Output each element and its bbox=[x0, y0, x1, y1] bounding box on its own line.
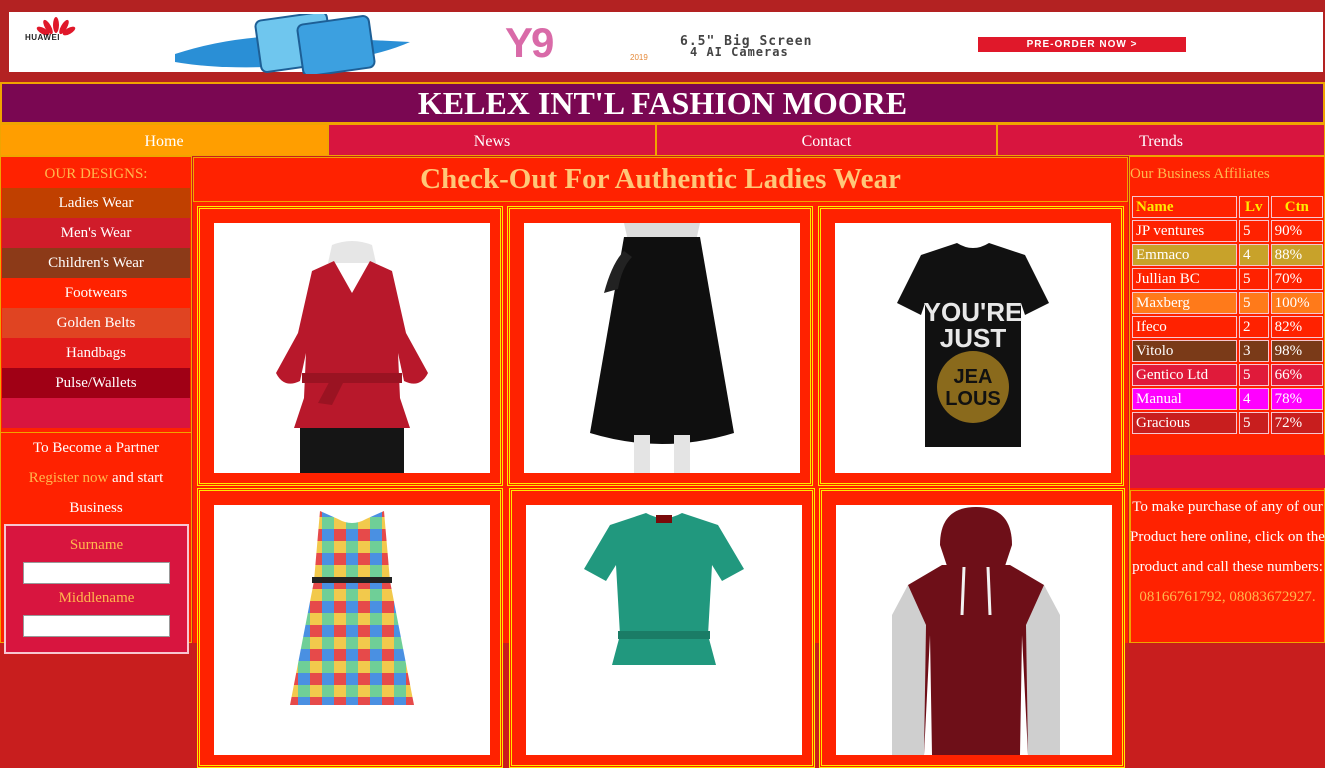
nav-news[interactable]: News bbox=[328, 124, 656, 156]
product-card[interactable] bbox=[197, 488, 503, 768]
affiliate-row: Emmaco 4 88% bbox=[1132, 244, 1323, 266]
preorder-button[interactable]: PRE-ORDER NOW > bbox=[978, 37, 1186, 52]
banner-year: 2019 bbox=[630, 53, 648, 62]
svg-text:JUST: JUST bbox=[940, 323, 1007, 353]
product-image-frame[interactable] bbox=[836, 505, 1112, 755]
affiliate-lv: 5 bbox=[1238, 412, 1269, 434]
affiliate-ctn: 100% bbox=[1270, 292, 1323, 314]
affiliates-spacer bbox=[1130, 455, 1325, 488]
partner-intro: To Become a Partner bbox=[33, 440, 159, 456]
product-image-frame[interactable]: YOU'RE JUST JEA LOUS bbox=[835, 223, 1111, 473]
product-card[interactable] bbox=[507, 206, 813, 486]
maroon-hoodie-image[interactable] bbox=[836, 505, 1112, 755]
affiliate-ctn: 78% bbox=[1270, 388, 1323, 410]
product-card[interactable] bbox=[819, 488, 1125, 768]
nav-contact[interactable]: Contact bbox=[656, 124, 997, 156]
affiliate-ctn: 90% bbox=[1270, 220, 1323, 242]
purchase-info: To make purchase of any of our Product h… bbox=[1130, 492, 1325, 612]
affiliate-row: Gracious 5 72% bbox=[1132, 412, 1323, 434]
affiliate-row: Vitolo 3 98% bbox=[1132, 340, 1323, 362]
affiliates-header-row: Name Lv Ctn bbox=[1132, 196, 1323, 218]
affiliate-row: Gentico Ltd 5 66% bbox=[1132, 364, 1323, 386]
design-childrens-wear[interactable]: Children's Wear bbox=[2, 248, 190, 278]
red-wrap-blouse-image[interactable] bbox=[214, 223, 490, 473]
affiliate-lv: 5 bbox=[1238, 292, 1269, 314]
phone-image bbox=[175, 14, 410, 74]
affiliate-lv: 3 bbox=[1238, 340, 1269, 362]
affiliate-row: Maxberg 5 100% bbox=[1132, 292, 1323, 314]
banner-subline: 4 AI Cameras bbox=[690, 45, 789, 59]
banner-model: Y9 bbox=[505, 19, 554, 66]
affiliate-name: Manual bbox=[1132, 388, 1237, 410]
affiliate-lv: 5 bbox=[1238, 268, 1269, 290]
affiliate-row: Ifeco 2 82% bbox=[1132, 316, 1323, 338]
product-card[interactable] bbox=[197, 206, 503, 486]
col-header-ctn: Ctn bbox=[1270, 196, 1323, 218]
product-image-frame[interactable] bbox=[524, 223, 800, 473]
main-title: Check-Out For Authentic Ladies Wear bbox=[420, 163, 901, 195]
affiliate-lv: 5 bbox=[1238, 364, 1269, 386]
product-card[interactable] bbox=[509, 488, 815, 768]
affiliate-name: Ifeco bbox=[1132, 316, 1237, 338]
design-pulse-wallets[interactable]: Pulse/Wallets bbox=[2, 368, 190, 398]
affiliate-ctn: 98% bbox=[1270, 340, 1323, 362]
designs-spacer bbox=[2, 398, 190, 428]
register-now-link[interactable]: Register now bbox=[29, 470, 109, 486]
affiliate-row: Jullian BC 5 70% bbox=[1132, 268, 1323, 290]
product-image-frame[interactable] bbox=[214, 223, 490, 473]
purchase-phones: 08166761792, 08083672927. bbox=[1139, 589, 1316, 605]
middlename-label: Middlename bbox=[58, 590, 135, 606]
partner-register-line: Register now and start bbox=[0, 470, 192, 487]
affiliate-name: Jullian BC bbox=[1132, 268, 1237, 290]
black-skirt-image[interactable] bbox=[524, 223, 800, 473]
surname-label: Surname bbox=[69, 537, 124, 553]
affiliate-lv: 4 bbox=[1238, 388, 1269, 410]
partner-register-suffix: and start bbox=[108, 470, 164, 486]
banner-brand: HUAWEI bbox=[25, 33, 60, 42]
product-card[interactable]: YOU'RE JUST JEA LOUS bbox=[818, 206, 1124, 486]
svg-text:LOUS: LOUS bbox=[945, 388, 1001, 410]
nav-trends[interactable]: Trends bbox=[997, 124, 1325, 156]
affiliate-row: Manual 4 78% bbox=[1132, 388, 1323, 410]
green-top-image[interactable] bbox=[526, 505, 802, 755]
partner-business: Business bbox=[69, 500, 123, 516]
affiliate-row: JP ventures 5 90% bbox=[1132, 220, 1323, 242]
site-title: KELEX INT'L FASHION MOORE bbox=[417, 85, 908, 121]
design-ladies-wear[interactable]: Ladies Wear bbox=[2, 188, 190, 218]
affiliates-heading: Our Business Affiliates bbox=[1130, 166, 1270, 182]
design-handbags[interactable]: Handbags bbox=[2, 338, 190, 368]
design-golden-belts[interactable]: Golden Belts bbox=[2, 308, 190, 338]
design-mens-wear[interactable]: Men's Wear bbox=[2, 218, 190, 248]
col-header-lv: Lv bbox=[1238, 196, 1269, 218]
affiliate-ctn: 82% bbox=[1270, 316, 1323, 338]
affiliate-ctn: 70% bbox=[1270, 268, 1323, 290]
product-image-frame[interactable] bbox=[526, 505, 802, 755]
affiliate-name: Gentico Ltd bbox=[1132, 364, 1237, 386]
affiliate-ctn: 66% bbox=[1270, 364, 1323, 386]
svg-text:JEA: JEA bbox=[954, 366, 993, 388]
affiliate-name: Vitolo bbox=[1132, 340, 1237, 362]
affiliate-ctn: 88% bbox=[1270, 244, 1323, 266]
middlename-input[interactable] bbox=[23, 615, 170, 637]
affiliate-lv: 4 bbox=[1238, 244, 1269, 266]
checkered-dress-image[interactable] bbox=[214, 505, 490, 755]
affiliate-lv: 5 bbox=[1238, 220, 1269, 242]
affiliate-ctn: 72% bbox=[1270, 412, 1323, 434]
affiliates-table: Name Lv Ctn JP ventures 5 90% Emmaco 4 88% Jul… bbox=[1130, 194, 1325, 436]
surname-input[interactable] bbox=[23, 562, 170, 584]
nav-home[interactable]: Home bbox=[0, 124, 328, 156]
design-footwears[interactable]: Footwears bbox=[2, 278, 190, 308]
affiliate-lv: 2 bbox=[1238, 316, 1269, 338]
product-image-frame[interactable] bbox=[214, 505, 490, 755]
purchase-text: To make purchase of any of our Product h… bbox=[1130, 499, 1325, 575]
affiliate-name: JP ventures bbox=[1132, 220, 1237, 242]
affiliate-name: Gracious bbox=[1132, 412, 1237, 434]
col-header-name: Name bbox=[1132, 196, 1237, 218]
affiliate-name: Emmaco bbox=[1132, 244, 1237, 266]
designs-heading: OUR DESIGNS: bbox=[44, 166, 148, 182]
affiliate-name: Maxberg bbox=[1132, 292, 1237, 314]
black-graphic-tee-image[interactable]: YOU'RE JUST JEA LOUS bbox=[835, 223, 1111, 473]
